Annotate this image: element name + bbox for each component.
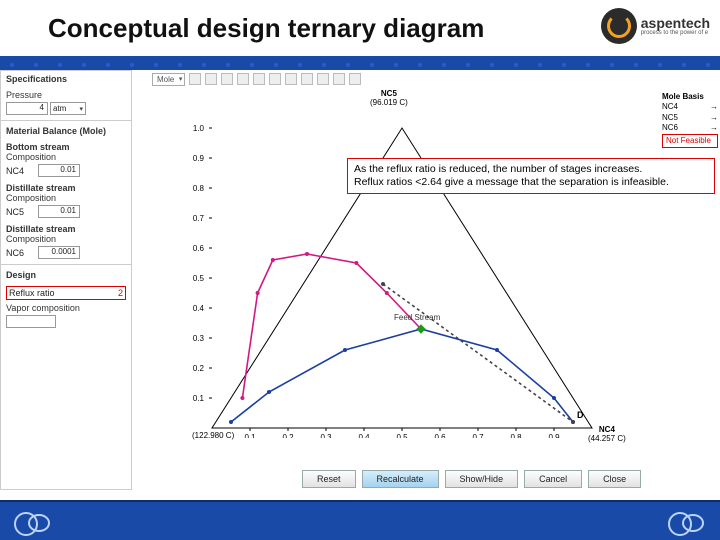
tool-icon[interactable] [333,73,345,85]
svg-text:0.4: 0.4 [193,304,205,313]
annotation-callout: As the reflux ratio is reduced, the numb… [347,158,715,194]
tool-icon[interactable] [317,73,329,85]
svg-text:D: D [577,410,584,420]
annotation-line1: As the reflux ratio is reduced, the numb… [354,163,708,176]
cloud-icon [12,510,54,534]
distillate-comp2-input[interactable]: 0.0001 [38,246,80,259]
cloud-icon [666,510,708,534]
bottom-comp-name: NC4 [6,166,36,176]
apex-left-temp: (122.980 C) [192,432,234,441]
svg-text:0.4: 0.4 [358,433,370,438]
specifications-heading: Specifications [6,74,126,84]
footer-bar [0,500,720,540]
tool-icon[interactable] [301,73,313,85]
brand-logo: aspentech process to the power of e [601,8,710,44]
tool-icon[interactable] [205,73,217,85]
logo-brand: aspentech [641,16,710,30]
svg-text:0.1: 0.1 [193,394,205,403]
tool-icon[interactable] [253,73,265,85]
tool-icon[interactable] [221,73,233,85]
composition-label-1: Composition [6,152,126,162]
svg-text:0.9: 0.9 [193,154,205,163]
tool-icon[interactable] [349,73,361,85]
decorative-bar [0,60,720,70]
tool-icon[interactable] [285,73,297,85]
material-balance-heading: Material Balance (Mole) [6,126,126,136]
swirl-icon [607,14,631,38]
reflux-ratio-field[interactable]: Reflux ratio 2 [6,286,126,300]
vapor-comp-label: Vapor composition [6,303,126,313]
legend: Mole Basis NC4→ NC5→ NC6→ Not Feasible [662,92,718,148]
legend-row: NC6→ [662,123,718,133]
bottom-comp-input[interactable]: 0.01 [38,164,80,177]
svg-text:0.9: 0.9 [548,433,560,438]
vapor-comp-input[interactable] [6,315,56,328]
svg-text:0.1: 0.1 [244,433,256,438]
annotation-line2: Reflux ratios <2.64 give a message that … [354,176,708,189]
distillate-comp-input[interactable]: 0.01 [38,205,80,218]
legend-row: NC5→ [662,113,718,123]
apex-right: NC4 (44.257 C) [588,426,626,444]
reset-button[interactable]: Reset [302,470,356,488]
recalculate-button[interactable]: Recalculate [362,470,439,488]
ternary-plot: 0.1 0.2 0.3 0.4 0.5 0.6 0.7 0.8 0.9 1.0 0.1 0.2 0.3 0… [172,98,602,438]
feasibility-badge: Not Feasible [662,134,718,148]
svg-text:0.7: 0.7 [193,214,205,223]
page-title: Conceptual design ternary diagram [48,13,484,44]
tool-icon[interactable] [189,73,201,85]
unit-dropdown[interactable]: Mole [152,73,185,86]
svg-text:0.3: 0.3 [320,433,332,438]
close-button[interactable]: Close [588,470,641,488]
cancel-button[interactable]: Cancel [524,470,582,488]
plot-area: Mole Mole Basis NC4→ NC5→ NC6→ Not Feasi… [132,70,720,490]
svg-text:1.0: 1.0 [193,124,205,133]
svg-text:0.7: 0.7 [472,433,484,438]
composition-label-2: Composition [6,193,126,203]
logo-tagline: process to the power of e [641,30,710,36]
legend-row: NC4→ [662,102,718,112]
showhide-button[interactable]: Show/Hide [445,470,519,488]
design-heading: Design [6,270,126,280]
distillate-comp-name: NC5 [6,207,36,217]
pressure-label: Pressure [6,90,126,100]
tool-icon[interactable] [237,73,249,85]
title-bar: Conceptual design ternary diagram aspent… [0,0,720,60]
svg-text:0.3: 0.3 [193,334,205,343]
bottom-stream-label: Bottom stream [6,142,126,152]
svg-text:0.2: 0.2 [193,364,205,373]
svg-text:0.8: 0.8 [510,433,522,438]
main-area: Specifications Pressure 4 atm▾ Material … [0,70,720,490]
chevron-down-icon: ▾ [79,105,85,113]
composition-label-3: Composition [6,234,126,244]
svg-text:0.5: 0.5 [193,274,205,283]
svg-text:0.8: 0.8 [193,184,205,193]
svg-text:0.6: 0.6 [434,433,446,438]
svg-text:0.2: 0.2 [282,433,294,438]
reflux-label: Reflux ratio [9,288,55,298]
svg-text:0.5: 0.5 [396,433,408,438]
pressure-unit-dropdown[interactable]: atm▾ [50,102,86,115]
feed-stream-label: Feed Stream [394,314,440,323]
button-row: Reset Recalculate Show/Hide Cancel Close [302,470,641,488]
legend-basis: Mole Basis [662,92,718,102]
distillate-comp2-name: NC6 [6,248,36,258]
plot-toolbar: Mole [132,70,660,88]
reflux-value: 2 [118,288,123,298]
apex-top: NC5 (96.019 C) [370,90,408,108]
distillate-stream-label: Distillate stream [6,183,126,193]
svg-text:0.6: 0.6 [193,244,205,253]
left-panel: Specifications Pressure 4 atm▾ Material … [0,70,132,490]
pressure-input[interactable]: 4 [6,102,48,115]
tool-icon[interactable] [269,73,281,85]
distillate-stream2-label: Distillate stream [6,224,126,234]
